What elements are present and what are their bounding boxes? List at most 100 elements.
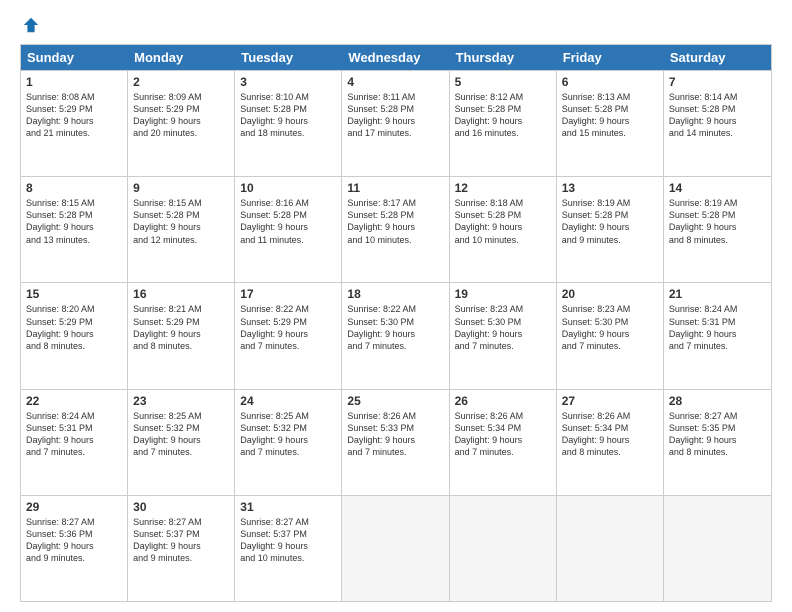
header-day-wednesday: Wednesday [342,45,449,70]
calendar: SundayMondayTuesdayWednesdayThursdayFrid… [20,44,772,602]
day-number: 24 [240,394,336,408]
calendar-header: SundayMondayTuesdayWednesdayThursdayFrid… [21,45,771,70]
cell-info: Sunrise: 8:20 AMSunset: 5:29 PMDaylight:… [26,303,122,352]
day-number: 17 [240,287,336,301]
cell-info: Sunrise: 8:10 AMSunset: 5:28 PMDaylight:… [240,91,336,140]
calendar-cell: 8 Sunrise: 8:15 AMSunset: 5:28 PMDaylight… [21,177,128,282]
calendar-cell: 3 Sunrise: 8:10 AMSunset: 5:28 PMDaylight… [235,71,342,176]
calendar-cell [557,496,664,601]
calendar-cell: 2Sunrise: 8:09 AMSunset: 5:29 PMDaylight… [128,71,235,176]
day-number: 25 [347,394,443,408]
calendar-cell: 20 Sunrise: 8:23 AMSunset: 5:30 PMDayligh… [557,283,664,388]
header-day-tuesday: Tuesday [235,45,342,70]
logo-icon [22,16,40,34]
calendar-cell: 9 Sunrise: 8:15 AMSunset: 5:28 PMDaylight… [128,177,235,282]
day-number: 18 [347,287,443,301]
cell-info: Sunrise: 8:26 AMSunset: 5:33 PMDaylight:… [347,410,443,459]
day-number: 30 [133,500,229,514]
day-number: 9 [133,181,229,195]
day-number: 16 [133,287,229,301]
day-number: 8 [26,181,122,195]
cell-info: Sunrise: 8:27 AMSunset: 5:37 PMDaylight:… [240,516,336,565]
day-number: 20 [562,287,658,301]
calendar-cell [342,496,449,601]
calendar-cell: 18 Sunrise: 8:22 AMSunset: 5:30 PMDayligh… [342,283,449,388]
header-day-thursday: Thursday [450,45,557,70]
day-number: 28 [669,394,766,408]
cell-info: Sunrise: 8:22 AMSunset: 5:30 PMDaylight:… [347,303,443,352]
cell-info: Sunrise: 8:19 AMSunset: 5:28 PMDaylight:… [562,197,658,246]
cell-info: Sunrise: 8:27 AMSunset: 5:36 PMDaylight:… [26,516,122,565]
cell-info: Sunrise: 8:23 AMSunset: 5:30 PMDaylight:… [562,303,658,352]
day-number: 10 [240,181,336,195]
cell-info: Sunrise: 8:09 AMSunset: 5:29 PMDaylight:… [133,91,229,140]
header [20,16,772,34]
cell-info: Sunrise: 8:19 AMSunset: 5:28 PMDaylight:… [669,197,766,246]
cell-info: Sunrise: 8:25 AMSunset: 5:32 PMDaylight:… [240,410,336,459]
day-number: 7 [669,75,766,89]
cell-info: Sunrise: 8:23 AMSunset: 5:30 PMDaylight:… [455,303,551,352]
calendar-row-5: 29 Sunrise: 8:27 AMSunset: 5:36 PMDayligh… [21,495,771,601]
header-day-saturday: Saturday [664,45,771,70]
day-number: 1 [26,75,122,89]
calendar-cell: 30 Sunrise: 8:27 AMSunset: 5:37 PMDayligh… [128,496,235,601]
cell-info: Sunrise: 8:26 AMSunset: 5:34 PMDaylight:… [562,410,658,459]
day-number: 11 [347,181,443,195]
day-number: 27 [562,394,658,408]
calendar-row-2: 8 Sunrise: 8:15 AMSunset: 5:28 PMDaylight… [21,176,771,282]
day-number: 29 [26,500,122,514]
day-number: 23 [133,394,229,408]
cell-info: Sunrise: 8:25 AMSunset: 5:32 PMDaylight:… [133,410,229,459]
calendar-row-4: 22Sunrise: 8:24 AMSunset: 5:31 PMDayligh… [21,389,771,495]
cell-info: Sunrise: 8:13 AMSunset: 5:28 PMDaylight:… [562,91,658,140]
cell-info: Sunrise: 8:26 AMSunset: 5:34 PMDaylight:… [455,410,551,459]
calendar-cell: 14 Sunrise: 8:19 AMSunset: 5:28 PMDayligh… [664,177,771,282]
cell-info: Sunrise: 8:27 AMSunset: 5:35 PMDaylight:… [669,410,766,459]
calendar-cell: 17 Sunrise: 8:22 AMSunset: 5:29 PMDayligh… [235,283,342,388]
calendar-row-1: 1Sunrise: 8:08 AMSunset: 5:29 PMDaylight… [21,70,771,176]
day-number: 6 [562,75,658,89]
calendar-cell: 25 Sunrise: 8:26 AMSunset: 5:33 PMDayligh… [342,390,449,495]
cell-info: Sunrise: 8:17 AMSunset: 5:28 PMDaylight:… [347,197,443,246]
calendar-cell: 10 Sunrise: 8:16 AMSunset: 5:28 PMDayligh… [235,177,342,282]
calendar-cell: 21 Sunrise: 8:24 AMSunset: 5:31 PMDayligh… [664,283,771,388]
calendar-cell: 28 Sunrise: 8:27 AMSunset: 5:35 PMDayligh… [664,390,771,495]
day-number: 12 [455,181,551,195]
day-number: 31 [240,500,336,514]
day-number: 13 [562,181,658,195]
calendar-cell: 24 Sunrise: 8:25 AMSunset: 5:32 PMDayligh… [235,390,342,495]
calendar-cell: 12 Sunrise: 8:18 AMSunset: 5:28 PMDayligh… [450,177,557,282]
cell-info: Sunrise: 8:22 AMSunset: 5:29 PMDaylight:… [240,303,336,352]
calendar-cell: 16Sunrise: 8:21 AMSunset: 5:29 PMDayligh… [128,283,235,388]
day-number: 21 [669,287,766,301]
calendar-cell: 26 Sunrise: 8:26 AMSunset: 5:34 PMDayligh… [450,390,557,495]
calendar-cell: 11 Sunrise: 8:17 AMSunset: 5:28 PMDayligh… [342,177,449,282]
calendar-cell: 5 Sunrise: 8:12 AMSunset: 5:28 PMDaylight… [450,71,557,176]
cell-info: Sunrise: 8:12 AMSunset: 5:28 PMDaylight:… [455,91,551,140]
day-number: 5 [455,75,551,89]
calendar-cell: 13 Sunrise: 8:19 AMSunset: 5:28 PMDayligh… [557,177,664,282]
calendar-cell [664,496,771,601]
day-number: 3 [240,75,336,89]
cell-info: Sunrise: 8:24 AMSunset: 5:31 PMDaylight:… [669,303,766,352]
calendar-cell: 31 Sunrise: 8:27 AMSunset: 5:37 PMDayligh… [235,496,342,601]
day-number: 4 [347,75,443,89]
calendar-cell: 6 Sunrise: 8:13 AMSunset: 5:28 PMDaylight… [557,71,664,176]
page: SundayMondayTuesdayWednesdayThursdayFrid… [0,0,792,612]
calendar-row-3: 15Sunrise: 8:20 AMSunset: 5:29 PMDayligh… [21,282,771,388]
header-day-friday: Friday [557,45,664,70]
cell-info: Sunrise: 8:18 AMSunset: 5:28 PMDaylight:… [455,197,551,246]
cell-info: Sunrise: 8:14 AMSunset: 5:28 PMDaylight:… [669,91,766,140]
cell-info: Sunrise: 8:15 AMSunset: 5:28 PMDaylight:… [26,197,122,246]
logo [20,16,40,34]
calendar-cell [450,496,557,601]
day-number: 14 [669,181,766,195]
cell-info: Sunrise: 8:16 AMSunset: 5:28 PMDaylight:… [240,197,336,246]
day-number: 26 [455,394,551,408]
cell-info: Sunrise: 8:27 AMSunset: 5:37 PMDaylight:… [133,516,229,565]
day-number: 22 [26,394,122,408]
calendar-cell: 1Sunrise: 8:08 AMSunset: 5:29 PMDaylight… [21,71,128,176]
cell-info: Sunrise: 8:15 AMSunset: 5:28 PMDaylight:… [133,197,229,246]
header-day-sunday: Sunday [21,45,128,70]
header-day-monday: Monday [128,45,235,70]
